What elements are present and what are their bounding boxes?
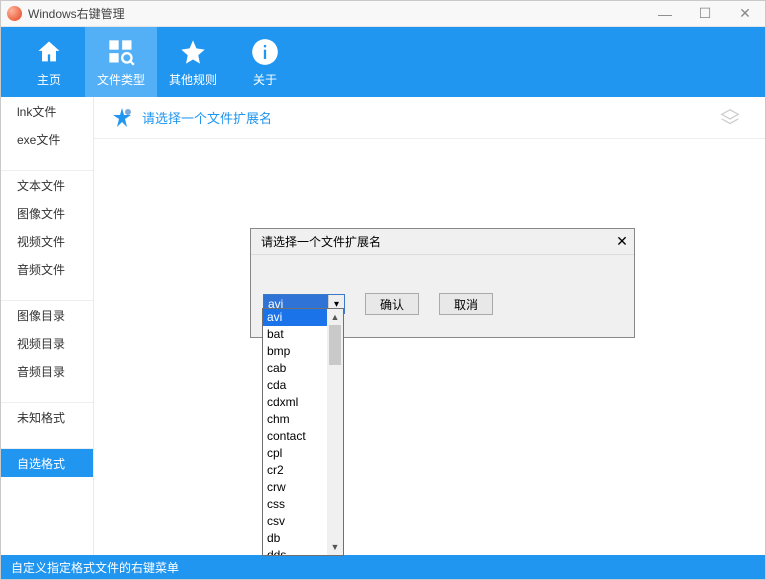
scroll-thumb[interactable]: [329, 325, 341, 365]
toolbar-label: 关于: [253, 71, 277, 88]
sidebar-item-image[interactable]: 图像文件: [1, 199, 93, 227]
star-icon: [178, 37, 208, 67]
toolbar-rules[interactable]: 其他规则: [157, 27, 229, 97]
main-toolbar: 主页 文件类型 其他规则 关于: [1, 27, 765, 97]
maximize-button[interactable]: ☐: [685, 5, 725, 22]
sidebar-item-unknown[interactable]: 未知格式: [1, 403, 93, 431]
toolbar-label: 主页: [37, 71, 61, 88]
sidebar-item-lnk[interactable]: lnk文件: [1, 97, 93, 125]
sidebar-item-custom[interactable]: 自选格式: [1, 449, 93, 477]
sidebar: lnk文件 exe文件 文本文件 图像文件 视频文件 音频文件 图像目录 视频目…: [1, 97, 94, 555]
puzzle-star-icon: [110, 106, 134, 130]
layers-icon[interactable]: [719, 107, 741, 134]
toolbar-label: 其他规则: [169, 71, 217, 88]
window-title: Windows右键管理: [28, 5, 125, 22]
cancel-button[interactable]: 取消: [439, 293, 493, 315]
sidebar-item-audiodir[interactable]: 音频目录: [1, 357, 93, 385]
hint-text: 请选择一个文件扩展名: [142, 108, 272, 127]
close-button[interactable]: ✕: [725, 5, 765, 22]
sidebar-item-audio[interactable]: 音频文件: [1, 255, 93, 283]
status-text: 自定义指定格式文件的右键菜单: [11, 559, 179, 576]
sidebar-item-exe[interactable]: exe文件: [1, 125, 93, 153]
hint-bar: 请选择一个文件扩展名: [94, 97, 765, 139]
dialog-close-button[interactable]: ✕: [610, 233, 634, 250]
scroll-down-arrow[interactable]: ▼: [327, 539, 343, 555]
sidebar-item-imagedir[interactable]: 图像目录: [1, 301, 93, 329]
minimize-button[interactable]: —: [645, 6, 685, 22]
sidebar-item-text[interactable]: 文本文件: [1, 171, 93, 199]
toolbar-about[interactable]: 关于: [229, 27, 301, 97]
dialog-title: 请选择一个文件扩展名: [261, 233, 381, 250]
grid-search-icon: [106, 37, 136, 67]
info-icon: [250, 37, 280, 67]
sidebar-item-video[interactable]: 视频文件: [1, 227, 93, 255]
sidebar-item-videodir[interactable]: 视频目录: [1, 329, 93, 357]
confirm-button[interactable]: 确认: [365, 293, 419, 315]
scrollbar[interactable]: ▲ ▼: [327, 309, 343, 555]
toolbar-label: 文件类型: [97, 71, 145, 88]
extension-dropdown[interactable]: avibatbmpcabcdacdxmlchmcontactcplcr2crwc…: [262, 308, 344, 556]
scroll-up-arrow[interactable]: ▲: [327, 309, 343, 325]
dialog-titlebar[interactable]: 请选择一个文件扩展名 ✕: [251, 229, 634, 255]
status-bar: 自定义指定格式文件的右键菜单: [1, 555, 765, 579]
app-icon: [7, 6, 22, 21]
toolbar-filetype[interactable]: 文件类型: [85, 27, 157, 97]
home-icon: [34, 37, 64, 67]
titlebar[interactable]: Windows右键管理 — ☐ ✕: [1, 1, 765, 27]
toolbar-home[interactable]: 主页: [13, 27, 85, 97]
